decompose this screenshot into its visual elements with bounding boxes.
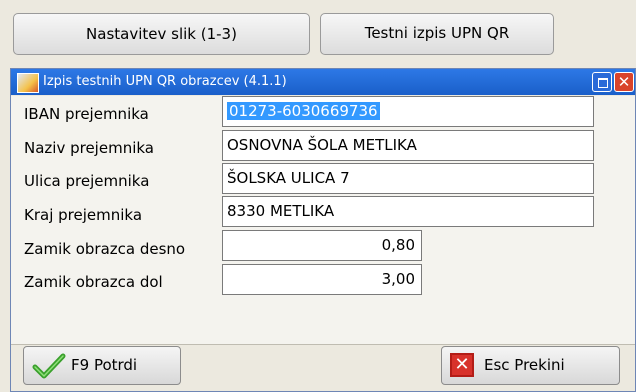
- prekini-label: Esc Prekini: [484, 356, 565, 374]
- footer-divider: [11, 344, 635, 345]
- zamik-dol-field[interactable]: 3,00: [222, 264, 422, 295]
- dialog-title: Izpis testnih UPN QR obrazcev (4.1.1): [43, 74, 287, 89]
- ulica-value: ŠOLSKA ULICA 7: [227, 169, 350, 187]
- potrdi-label: F9 Potrdi: [71, 356, 138, 374]
- cancel-x-icon: ✕: [450, 353, 474, 377]
- zamik-desno-value: 0,80: [381, 236, 415, 254]
- zamik-dol-value: 3,00: [381, 270, 415, 288]
- nastavitev-slik-button[interactable]: Nastavitev slik (1-3): [13, 13, 310, 55]
- maximize-icon[interactable]: [592, 72, 612, 92]
- dialog-titlebar[interactable]: Izpis testnih UPN QR obrazcev (4.1.1) ✕: [11, 69, 635, 95]
- naziv-label: Naziv prejemnika: [24, 139, 154, 157]
- kraj-value: 8330 METLIKA: [227, 202, 335, 220]
- potrdi-button[interactable]: F9 Potrdi: [23, 346, 181, 385]
- checkmark-icon: [32, 353, 66, 379]
- testni-izpis-button[interactable]: Testni izpis UPN QR: [320, 13, 554, 55]
- naziv-field[interactable]: OSNOVNA ŠOLA METLIKA: [222, 130, 594, 161]
- testni-izpis-label: Testni izpis UPN QR: [364, 24, 510, 42]
- izpis-dialog: Izpis testnih UPN QR obrazcev (4.1.1) ✕ …: [10, 68, 636, 392]
- app-icon: [17, 73, 39, 93]
- iban-label: IBAN prejemnika: [24, 105, 149, 123]
- form-panel: IBAN prejemnika 01273-6030669736 Naziv p…: [11, 96, 635, 344]
- kraj-field[interactable]: 8330 METLIKA: [222, 196, 594, 227]
- naziv-value: OSNOVNA ŠOLA METLIKA: [227, 136, 417, 154]
- ulica-field[interactable]: ŠOLSKA ULICA 7: [222, 163, 594, 194]
- iban-value: 01273-6030669736: [227, 102, 380, 120]
- zamik-desno-label: Zamik obrazca desno: [24, 240, 186, 258]
- zamik-dol-label: Zamik obrazca dol: [24, 273, 163, 291]
- kraj-label: Kraj prejemnika: [24, 206, 143, 224]
- ulica-label: Ulica prejemnika: [24, 172, 150, 190]
- close-icon[interactable]: ✕: [614, 72, 634, 92]
- zamik-desno-field[interactable]: 0,80: [222, 230, 422, 261]
- nastavitev-slik-label: Nastavitev slik (1-3): [86, 25, 237, 43]
- iban-field[interactable]: 01273-6030669736: [222, 96, 594, 127]
- prekini-button[interactable]: ✕ Esc Prekini: [441, 346, 620, 385]
